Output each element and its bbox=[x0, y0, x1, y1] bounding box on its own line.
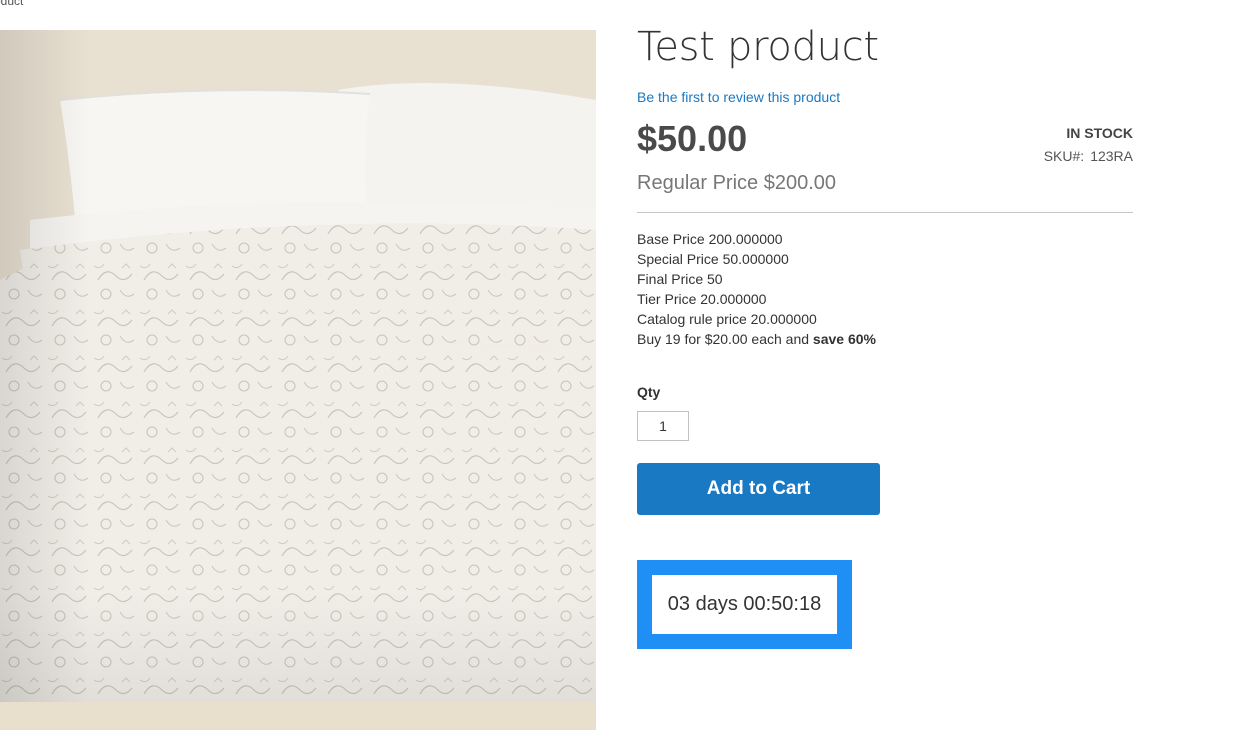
qty-input[interactable] bbox=[637, 411, 689, 441]
bed-quilt-product-image bbox=[0, 30, 596, 730]
sku-value: 123RA bbox=[1090, 148, 1133, 164]
product-image-gallery[interactable] bbox=[0, 30, 596, 730]
price-details: Base Price 200.000000 Special Price 50.0… bbox=[637, 229, 876, 349]
breadcrumb-current: oduct bbox=[0, 0, 24, 8]
detail-line-tier-price: Tier Price 20.000000 bbox=[637, 291, 767, 307]
countdown-timer: 03 days 00:50:18 bbox=[637, 560, 852, 649]
tier-price-offer: Buy 19 for $20.00 each and save 60% bbox=[637, 329, 876, 349]
stock-status: IN STOCK bbox=[1066, 125, 1133, 141]
page-title: Test product bbox=[637, 24, 879, 70]
regular-price-label: Regular Price bbox=[637, 172, 759, 194]
detail-line-base-price: Base Price 200.000000 bbox=[637, 231, 783, 247]
sku-label: SKU#: bbox=[1043, 148, 1085, 164]
regular-price-value: $200.00 bbox=[763, 172, 837, 194]
regular-price: Regular Price $200.00 bbox=[637, 172, 836, 195]
detail-line-final-price: Final Price 50 bbox=[637, 271, 723, 287]
breadcrumb[interactable]: oduct bbox=[0, 0, 23, 8]
add-to-cart-button[interactable]: Add to Cart bbox=[637, 463, 880, 515]
product-page: oduct bbox=[0, 0, 1246, 738]
divider bbox=[637, 212, 1133, 213]
countdown-text: 03 days 00:50:18 bbox=[652, 575, 837, 634]
final-price: $50.00 bbox=[637, 118, 748, 159]
tier-offer-savings: save 60% bbox=[812, 331, 876, 347]
detail-line-special-price: Special Price 50.000000 bbox=[637, 251, 789, 267]
review-link[interactable]: Be the first to review this product bbox=[637, 89, 840, 105]
tier-offer-text: Buy 19 for $20.00 each and bbox=[637, 331, 810, 347]
qty-label: Qty bbox=[637, 384, 661, 400]
sku: SKU#: 123RA bbox=[1044, 148, 1133, 164]
detail-line-catalog-rule-price: Catalog rule price 20.000000 bbox=[637, 311, 817, 327]
